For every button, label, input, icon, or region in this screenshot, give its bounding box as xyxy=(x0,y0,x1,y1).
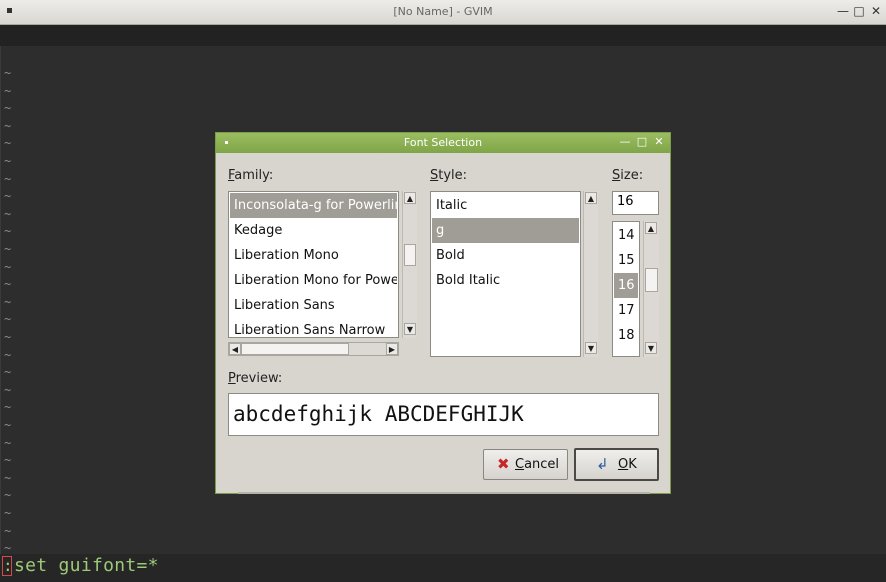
empty-line-tilde: ~ xyxy=(4,259,12,274)
cmdline-text: set guifont=* xyxy=(14,555,159,576)
size-item[interactable]: 15 xyxy=(614,248,638,273)
scroll-up-icon[interactable]: ▲ xyxy=(585,192,597,204)
family-item[interactable]: Kedage xyxy=(230,218,397,243)
empty-line-tilde: ~ xyxy=(4,470,12,485)
dialog-minimize-icon[interactable]: — xyxy=(619,135,631,149)
font-selection-dialog: Font Selection — □ ✕ Family: Style: Size… xyxy=(215,132,671,494)
maximize-icon[interactable]: □ xyxy=(852,4,866,18)
family-item[interactable]: Liberation Mono for Powerline xyxy=(230,268,397,293)
ok-enter-icon: ↲ xyxy=(596,455,609,473)
empty-line-tilde: ~ xyxy=(4,382,12,397)
empty-line-tilde: ~ xyxy=(4,101,12,116)
empty-line-tilde: ~ xyxy=(4,154,12,168)
style-item[interactable]: Bold xyxy=(432,243,579,268)
size-list[interactable]: 14 15 16 17 18 xyxy=(612,221,640,357)
empty-line-tilde: ~ xyxy=(4,189,12,204)
style-vscrollbar[interactable]: ▲ ▼ xyxy=(583,191,598,357)
style-item[interactable]: Italic xyxy=(432,193,579,218)
empty-line-tilde: ~ xyxy=(4,453,12,468)
scroll-down-icon[interactable]: ▼ xyxy=(645,342,657,354)
scroll-up-icon[interactable]: ▲ xyxy=(404,192,416,204)
scroll-up-icon[interactable]: ▲ xyxy=(645,222,657,234)
toolbar-strip xyxy=(0,25,886,46)
empty-line-tilde: ~ xyxy=(4,66,12,80)
size-item[interactable]: 18 xyxy=(614,323,638,348)
family-item[interactable]: Liberation Sans xyxy=(230,293,397,318)
family-list[interactable]: Inconsolata-g for Powerline Kedage Liber… xyxy=(228,191,399,338)
family-item[interactable]: Inconsolata-g for Powerline xyxy=(230,193,397,218)
style-label: Style: xyxy=(430,168,468,183)
preview-label: Preview: xyxy=(228,371,283,386)
empty-line-tilde: ~ xyxy=(4,224,12,239)
dialog-titlebar: Font Selection — □ ✕ xyxy=(216,133,670,153)
family-hscrollbar[interactable]: ◀ ▶ xyxy=(228,342,399,356)
size-item[interactable]: 17 xyxy=(614,298,638,323)
preview-field[interactable]: abcdefghijk ABCDEFGHIJK xyxy=(228,393,659,436)
family-item[interactable]: Liberation Mono xyxy=(230,243,397,268)
empty-line-tilde: ~ xyxy=(4,488,12,503)
family-item[interactable]: Liberation Sans Narrow xyxy=(230,318,397,337)
size-item[interactable]: 16 xyxy=(614,273,638,298)
empty-line-tilde: ~ xyxy=(4,242,12,256)
empty-line-tilde: ~ xyxy=(4,136,12,151)
dialog-title: Font Selection xyxy=(403,136,483,149)
size-vscrollbar[interactable]: ▲ ▼ xyxy=(643,221,659,357)
empty-line-tilde: ~ xyxy=(4,294,12,309)
dialog-bottom-divider xyxy=(238,492,650,494)
scroll-down-icon[interactable]: ▼ xyxy=(585,342,597,354)
dialog-maximize-icon[interactable]: □ xyxy=(636,135,648,149)
scroll-left-icon[interactable]: ◀ xyxy=(229,343,241,355)
empty-line-tilde: ~ xyxy=(4,277,12,292)
window-titlebar: [No Name] - GVIM — □ ✕ xyxy=(0,0,886,25)
scroll-thumb[interactable] xyxy=(404,244,416,266)
empty-line-tilde: ~ xyxy=(4,365,12,380)
size-input[interactable]: 16 xyxy=(612,191,659,215)
cancel-icon: ✖ xyxy=(497,455,510,473)
family-label: Family: xyxy=(228,168,274,183)
empty-line-tilde: ~ xyxy=(4,330,12,344)
scroll-thumb[interactable] xyxy=(645,268,658,292)
empty-line-tilde: ~ xyxy=(4,171,12,186)
empty-line-tilde: ~ xyxy=(4,506,12,520)
scroll-down-icon[interactable]: ▼ xyxy=(404,323,416,335)
empty-line-tilde: ~ xyxy=(4,118,12,133)
ok-label: OK xyxy=(618,457,637,472)
empty-line-tilde: ~ xyxy=(4,418,12,432)
minimize-icon[interactable]: — xyxy=(836,4,850,18)
style-item[interactable]: g xyxy=(432,218,579,243)
ok-button[interactable]: ↲ OK xyxy=(574,448,659,481)
empty-line-tilde: ~ xyxy=(4,206,12,221)
family-vscrollbar[interactable]: ▲ ▼ xyxy=(402,191,417,338)
command-line[interactable]: : set guifont=* xyxy=(0,554,886,582)
size-label: Size: xyxy=(612,168,644,183)
close-icon[interactable]: ✕ xyxy=(869,4,883,18)
cancel-label: Cancel xyxy=(515,457,560,472)
size-item[interactable]: 14 xyxy=(614,223,638,248)
empty-line-tilde: ~ xyxy=(4,435,12,450)
scroll-right-icon[interactable]: ▶ xyxy=(386,343,398,355)
window-title: [No Name] - GVIM xyxy=(393,5,493,18)
cmdline-cursor: : xyxy=(2,556,13,576)
cancel-button[interactable]: ✖ Cancel xyxy=(483,449,568,480)
empty-line-tilde: ~ xyxy=(4,347,12,362)
style-list[interactable]: Italic g Bold Bold Italic xyxy=(430,191,581,357)
empty-line-tilde: ~ xyxy=(4,312,12,327)
empty-line-tilde: ~ xyxy=(4,523,12,538)
style-item[interactable]: Bold Italic xyxy=(432,268,579,293)
scroll-thumb[interactable] xyxy=(241,343,349,355)
empty-line-tilde: ~ xyxy=(4,83,12,98)
empty-line-tilde: ~ xyxy=(4,400,12,415)
dialog-close-icon[interactable]: ✕ xyxy=(653,135,665,149)
